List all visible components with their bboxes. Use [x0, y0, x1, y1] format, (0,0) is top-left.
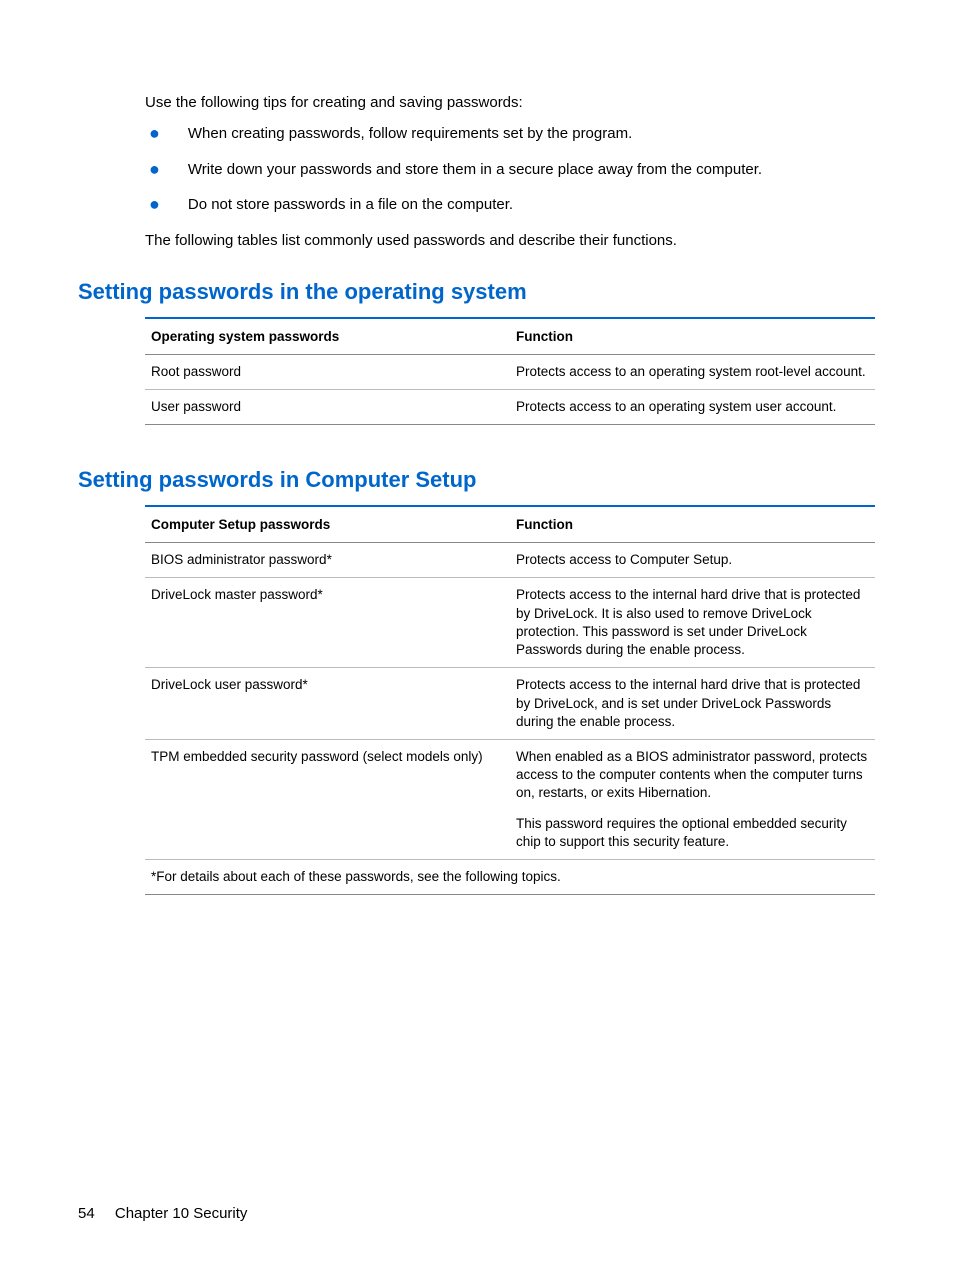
chapter-label: Chapter 10 Security — [115, 1205, 248, 1222]
table-cell: Protects access to the internal hard dri… — [510, 578, 875, 668]
table-cell: DriveLock user password* — [145, 668, 510, 740]
section-heading-os-passwords: Setting passwords in the operating syste… — [78, 279, 876, 305]
computer-setup-passwords-table: Computer Setup passwords Function BIOS a… — [145, 505, 875, 895]
page-footer: 54 Chapter 10 Security — [78, 1205, 247, 1222]
table-row: Root password Protects access to an oper… — [145, 354, 875, 389]
section-heading-computer-setup: Setting passwords in Computer Setup — [78, 467, 876, 493]
table-cell-paragraph: This password requires the optional embe… — [516, 815, 869, 851]
table-header-passwords: Computer Setup passwords — [145, 506, 510, 543]
table-cell: User password — [145, 390, 510, 425]
table-header-passwords: Operating system passwords — [145, 318, 510, 355]
table-row: DriveLock master password* Protects acce… — [145, 578, 875, 668]
table-row: User password Protects access to an oper… — [145, 390, 875, 425]
table-cell: DriveLock master password* — [145, 578, 510, 668]
list-item: ● When creating passwords, follow requir… — [145, 123, 876, 145]
table-footnote: *For details about each of these passwor… — [145, 860, 875, 895]
os-passwords-table: Operating system passwords Function Root… — [145, 317, 875, 425]
table-cell: TPM embedded security password (select m… — [145, 739, 510, 859]
list-item: ● Do not store passwords in a file on th… — [145, 194, 876, 216]
bullet-text: Do not store passwords in a file on the … — [188, 194, 513, 215]
table-header-function: Function — [510, 506, 875, 543]
table-cell: Protects access to an operating system r… — [510, 354, 875, 389]
intro-paragraph-1: Use the following tips for creating and … — [145, 92, 876, 113]
bullet-icon: ● — [149, 123, 160, 145]
intro-paragraph-2: The following tables list commonly used … — [145, 230, 876, 251]
table-cell: Root password — [145, 354, 510, 389]
table-cell: BIOS administrator password* — [145, 543, 510, 578]
table-footnote-row: *For details about each of these passwor… — [145, 860, 875, 895]
bullet-text: When creating passwords, follow requirem… — [188, 123, 632, 144]
table-cell: Protects access to an operating system u… — [510, 390, 875, 425]
table-cell: Protects access to the internal hard dri… — [510, 668, 875, 740]
table-header-function: Function — [510, 318, 875, 355]
page-number: 54 — [78, 1205, 95, 1222]
table-row: TPM embedded security password (select m… — [145, 739, 875, 859]
table-cell: When enabled as a BIOS administrator pas… — [510, 739, 875, 859]
table-cell: Protects access to Computer Setup. — [510, 543, 875, 578]
table-cell-paragraph: When enabled as a BIOS administrator pas… — [516, 748, 869, 803]
tips-bullet-list: ● When creating passwords, follow requir… — [145, 123, 876, 216]
bullet-icon: ● — [149, 194, 160, 216]
list-item: ● Write down your passwords and store th… — [145, 159, 876, 181]
bullet-text: Write down your passwords and store them… — [188, 159, 762, 180]
bullet-icon: ● — [149, 159, 160, 181]
table-row: BIOS administrator password* Protects ac… — [145, 543, 875, 578]
table-row: DriveLock user password* Protects access… — [145, 668, 875, 740]
